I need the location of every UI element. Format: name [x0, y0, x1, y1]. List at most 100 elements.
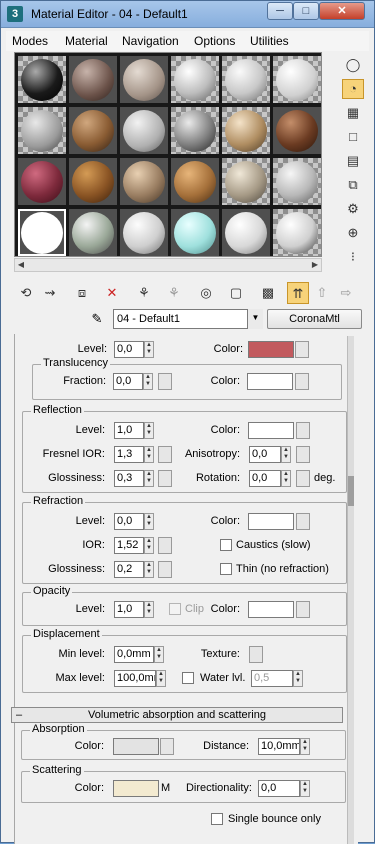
scroll-right-arrow-icon[interactable]: ▶: [309, 259, 321, 271]
sample-slot[interactable]: [222, 107, 270, 154]
sample-slot[interactable]: [120, 56, 168, 103]
show-map-icon[interactable]: ▢: [225, 282, 247, 304]
refr-color-swatch[interactable]: [248, 513, 294, 530]
fraction-spinner[interactable]: ▲ ▼: [143, 373, 153, 390]
3ds-max-icon[interactable]: 3: [7, 6, 23, 22]
min-level-field[interactable]: 0,0mm: [114, 646, 154, 663]
refr-level-spinner[interactable]: ▲ ▼: [144, 513, 154, 530]
level-spinner[interactable]: ▲ ▼: [144, 341, 154, 358]
water-level-field[interactable]: 0,5: [251, 670, 293, 687]
options-icon[interactable]: ⚙: [342, 199, 364, 219]
refl-color-swatch[interactable]: [248, 422, 294, 439]
translucency-map-button[interactable]: [295, 373, 309, 390]
sample-slot[interactable]: [120, 107, 168, 154]
opacity-color-swatch[interactable]: [248, 601, 294, 618]
scattering-map-indicator[interactable]: M: [161, 782, 170, 794]
fraction-map-button[interactable]: [158, 373, 172, 390]
scrollbar-thumb[interactable]: [348, 476, 354, 506]
absorption-color-swatch[interactable]: [113, 738, 159, 755]
directionality-field[interactable]: 0,0: [258, 780, 300, 797]
go-to-parent-icon[interactable]: ⇈: [287, 282, 309, 304]
sample-slot[interactable]: [222, 209, 270, 256]
scroll-left-arrow-icon[interactable]: ◀: [15, 259, 27, 271]
close-button[interactable]: ✕: [319, 2, 365, 20]
sample-slot[interactable]: [171, 107, 219, 154]
sample-slot[interactable]: [222, 56, 270, 103]
select-by-material-icon[interactable]: ⊕: [342, 223, 364, 243]
opacity-level-field[interactable]: 1,0: [114, 601, 144, 618]
panel-vertical-scrollbar[interactable]: [347, 336, 354, 844]
menu-options[interactable]: Options: [194, 34, 235, 48]
show-end-result-icon[interactable]: ▩: [257, 282, 279, 304]
translucency-color-swatch-white[interactable]: [247, 373, 293, 390]
menu-material[interactable]: Material: [65, 34, 108, 48]
distance-field[interactable]: 10,0mm: [258, 738, 300, 755]
anisotropy-field[interactable]: 0,0: [249, 446, 281, 463]
refl-glossiness-spinner[interactable]: ▲ ▼: [144, 470, 154, 487]
ior-map-button[interactable]: [158, 537, 172, 554]
refl-glossiness-field[interactable]: 0,3: [114, 470, 144, 487]
anisotropy-map-button[interactable]: [296, 446, 310, 463]
reset-map-icon[interactable]: ✕: [101, 282, 123, 304]
volumetric-rollout-header[interactable]: – Volumetric absorption and scattering: [11, 707, 343, 723]
go-forward-sibling-icon[interactable]: ⇨: [335, 282, 357, 304]
menu-navigation[interactable]: Navigation: [122, 34, 179, 48]
sample-slot[interactable]: [69, 158, 117, 205]
material-type-button[interactable]: CoronaMtl: [267, 309, 362, 329]
ior-spinner[interactable]: ▲ ▼: [144, 537, 154, 554]
sample-slot[interactable]: [273, 158, 321, 205]
chevron-down-icon[interactable]: ▼: [247, 309, 263, 329]
color-map-button[interactable]: [295, 341, 309, 358]
max-level-spinner[interactable]: ▲ ▼: [156, 670, 166, 687]
clip-checkbox[interactable]: [169, 603, 181, 615]
translucency-color-swatch[interactable]: [248, 341, 294, 358]
eyedropper-icon[interactable]: ✎: [87, 311, 107, 329]
sample-slot[interactable]: [69, 107, 117, 154]
scattering-color-swatch[interactable]: [113, 780, 159, 797]
sample-slot[interactable]: [273, 56, 321, 103]
refr-glossiness-map-button[interactable]: [158, 561, 172, 578]
go-to-parent-alt-icon[interactable]: ⇧: [311, 282, 333, 304]
rotation-map-button[interactable]: [296, 470, 310, 487]
refl-map-button[interactable]: [296, 422, 310, 439]
background-icon[interactable]: ▦: [342, 103, 364, 123]
thin-checkbox[interactable]: [220, 563, 232, 575]
put-to-scene-icon[interactable]: ⇝: [39, 282, 61, 304]
absorption-map-button[interactable]: [160, 738, 174, 755]
backlight-icon[interactable]: ◔: [342, 79, 364, 99]
water-level-spinner[interactable]: ▲ ▼: [293, 670, 303, 687]
refl-level-field[interactable]: 1,0: [114, 422, 144, 439]
title-bar[interactable]: 3 Material Editor - 04 - Default1 ─ □ ✕: [1, 1, 374, 28]
rotation-spinner[interactable]: ▲ ▼: [281, 470, 291, 487]
sample-slot[interactable]: [18, 107, 66, 154]
distance-spinner[interactable]: ▲ ▼: [300, 738, 310, 755]
sample-slot[interactable]: [120, 158, 168, 205]
sample-slot[interactable]: [120, 209, 168, 256]
opacity-level-spinner[interactable]: ▲ ▼: [144, 601, 154, 618]
slots-horizontal-scrollbar[interactable]: ◀ ▶: [14, 258, 322, 272]
directionality-spinner[interactable]: ▲ ▼: [300, 780, 310, 797]
make-unique-icon[interactable]: ⚘: [133, 282, 155, 304]
sample-slot[interactable]: [171, 158, 219, 205]
minimize-button[interactable]: ─: [267, 2, 293, 20]
refl-glossiness-map-button[interactable]: [158, 470, 172, 487]
anisotropy-spinner[interactable]: ▲ ▼: [281, 446, 291, 463]
assign-to-selection-icon[interactable]: ⧈: [71, 282, 93, 304]
make-preview-icon[interactable]: ⧉: [342, 175, 364, 195]
sample-slot[interactable]: [18, 158, 66, 205]
sample-uv-icon[interactable]: □: [342, 127, 364, 147]
sample-slot[interactable]: [18, 56, 66, 103]
rotation-field[interactable]: 0,0: [249, 470, 281, 487]
refr-map-button[interactable]: [296, 513, 310, 530]
sample-slot[interactable]: [171, 209, 219, 256]
texture-map-button[interactable]: [249, 646, 263, 663]
sample-type-icon[interactable]: ◯: [342, 55, 364, 75]
sample-slot[interactable]: [69, 209, 117, 256]
put-to-library-icon[interactable]: ⚘: [163, 282, 185, 304]
caustics-checkbox[interactable]: [220, 539, 232, 551]
max-level-field[interactable]: 100,0mm: [114, 670, 156, 687]
refr-glossiness-field[interactable]: 0,2: [114, 561, 144, 578]
menu-modes[interactable]: Modes: [12, 34, 48, 48]
video-color-check-icon[interactable]: ▤: [342, 151, 364, 171]
sample-slot[interactable]: [171, 56, 219, 103]
